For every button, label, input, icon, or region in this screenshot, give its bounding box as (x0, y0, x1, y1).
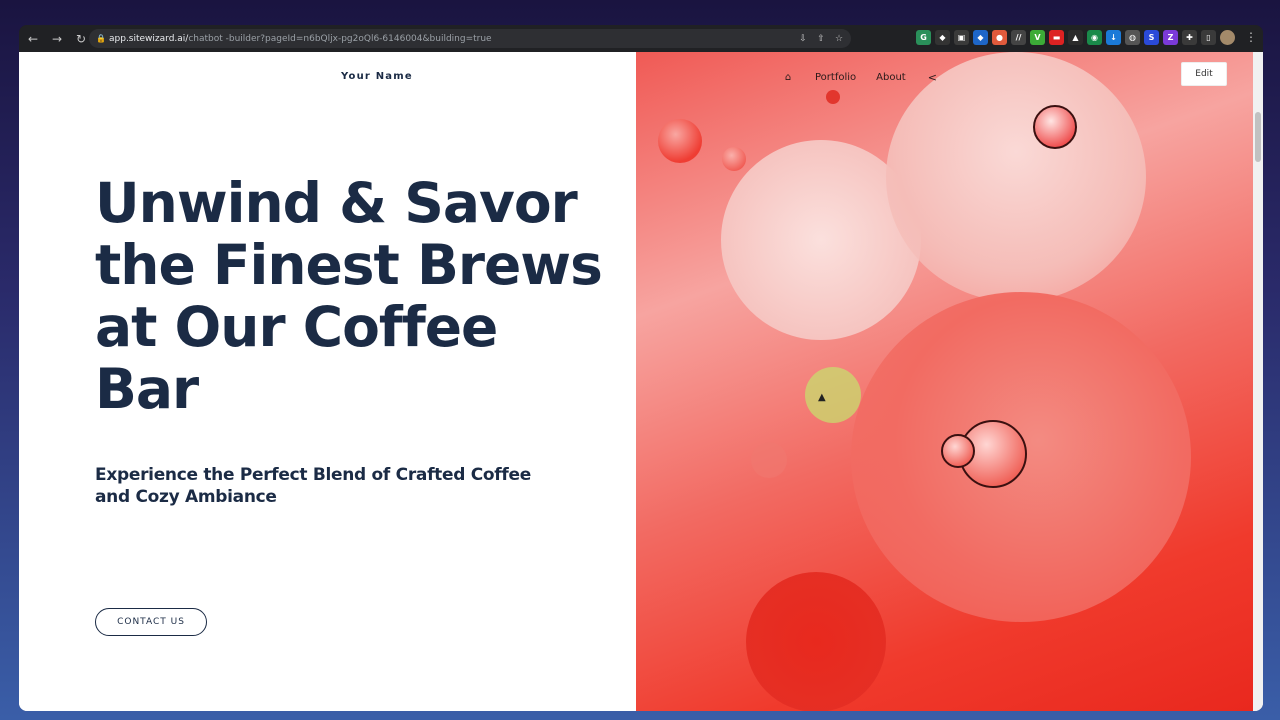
bubble-shape (658, 119, 702, 163)
extension-icon[interactable]: ▣ (954, 30, 969, 45)
hero-image: ▲ (636, 52, 1253, 711)
extension-icon[interactable]: G (916, 30, 931, 45)
cursor-highlight (805, 367, 861, 423)
site-nav: ⌂ Portfolio About < (781, 70, 937, 84)
bubble-shape (826, 90, 840, 104)
bubble-shape (751, 442, 787, 478)
contact-us-button[interactable]: CONTACT US (95, 608, 207, 636)
browser-toolbar: ← → ↻ 🔒 app.sitewizard.ai/ chatbot -buil… (19, 25, 1263, 52)
url-host: app.sitewizard.ai/ (109, 33, 189, 44)
bubble-shape (886, 52, 1146, 302)
extension-icon[interactable]: // (1011, 30, 1026, 45)
hero-headline: Unwind & Savor the Finest Brews at Our C… (95, 171, 603, 421)
home-icon[interactable]: ⌂ (781, 70, 795, 84)
site-brand[interactable]: Your Name (341, 71, 413, 82)
extension-icon[interactable]: ◆ (973, 30, 988, 45)
extension-icon[interactable]: ◆ (935, 30, 950, 45)
reload-icon[interactable]: ↻ (71, 29, 91, 49)
nav-about[interactable]: About (876, 72, 906, 83)
edit-button[interactable]: Edit (1181, 62, 1227, 86)
sidepanel-icon[interactable]: ▯ (1201, 30, 1216, 45)
more-menu-icon[interactable]: ⋮ (1245, 30, 1257, 44)
share-page-icon[interactable]: ⇧ (815, 33, 827, 45)
share-icon[interactable]: < (928, 71, 937, 84)
extension-icon[interactable]: V (1030, 30, 1045, 45)
nav-portfolio[interactable]: Portfolio (815, 72, 856, 83)
back-arrow-icon[interactable]: ← (23, 29, 43, 49)
extension-icon[interactable]: ● (992, 30, 1007, 45)
puzzle-icon[interactable]: ✚ (1182, 30, 1197, 45)
bubble-shape (1033, 105, 1077, 149)
install-icon[interactable]: ⇩ (797, 33, 809, 45)
browser-window: ← → ↻ 🔒 app.sitewizard.ai/ chatbot -buil… (19, 25, 1263, 711)
extension-icon[interactable]: ◍ (1125, 30, 1140, 45)
extensions-bar: G ◆ ▣ ◆ ● // V ▬ ▲ ◉ ↓ ◍ S Z ✚ ▯ (916, 30, 1235, 45)
bubble-shape (941, 434, 975, 468)
extension-icon[interactable]: S (1144, 30, 1159, 45)
extension-icon[interactable]: ↓ (1106, 30, 1121, 45)
hero-subheadline: Experience the Perfect Blend of Crafted … (95, 465, 531, 507)
extension-icon[interactable]: Z (1163, 30, 1178, 45)
url-path: chatbot -builder?pageId=n6bQljx-pg2oQl6-… (188, 33, 492, 44)
mouse-cursor-icon: ▲ (818, 392, 826, 403)
scrollbar-thumb[interactable] (1255, 112, 1261, 162)
hero-left-panel: Your Name Unwind & Savor the Finest Brew… (19, 52, 636, 711)
forward-arrow-icon[interactable]: → (47, 29, 67, 49)
scrollbar[interactable] (1253, 52, 1263, 711)
extension-icon[interactable]: ▲ (1068, 30, 1083, 45)
extension-icon[interactable]: ▬ (1049, 30, 1064, 45)
avatar[interactable] (1220, 30, 1235, 45)
web-page: Your Name Unwind & Savor the Finest Brew… (19, 52, 1263, 711)
bubble-shape (722, 147, 746, 171)
lock-icon: 🔒 (96, 34, 106, 43)
address-bar[interactable]: 🔒 app.sitewizard.ai/ chatbot -builder?pa… (89, 29, 851, 48)
extension-icon[interactable]: ◉ (1087, 30, 1102, 45)
bookmark-star-icon[interactable]: ☆ (833, 33, 845, 45)
bubble-shape (746, 572, 886, 711)
